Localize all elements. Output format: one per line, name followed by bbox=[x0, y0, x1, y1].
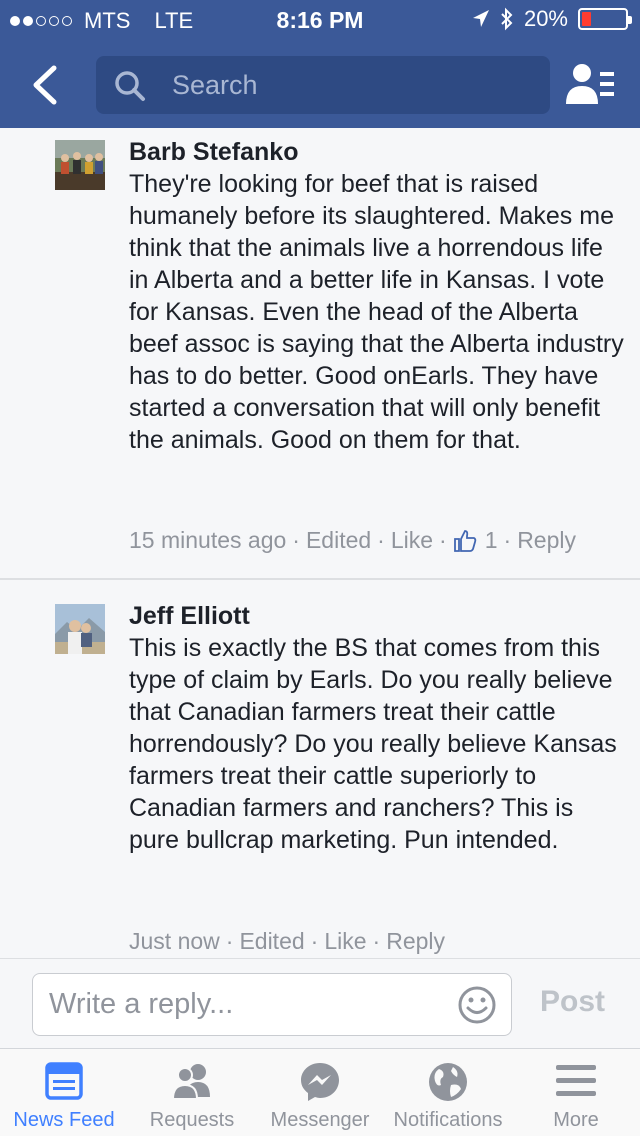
emoji-smiley-icon[interactable] bbox=[457, 985, 497, 1025]
search-icon bbox=[115, 71, 145, 101]
reply-input[interactable]: Write a reply... bbox=[32, 973, 512, 1036]
reply-placeholder: Write a reply... bbox=[49, 988, 234, 1020]
messenger-icon bbox=[301, 1063, 339, 1101]
comment-author[interactable]: Barb Stefanko bbox=[129, 138, 298, 167]
comment-timestamp: Just now bbox=[129, 928, 220, 954]
battery-icon bbox=[578, 8, 632, 30]
comment-item: Jeff Elliott This is exactly the BS that… bbox=[0, 580, 640, 958]
news-feed-icon bbox=[45, 1062, 83, 1100]
thumbs-up-icon bbox=[453, 529, 476, 552]
menu-icon bbox=[556, 1065, 596, 1096]
tab-label: Requests bbox=[149, 1109, 235, 1131]
back-arrow-icon[interactable] bbox=[26, 64, 66, 106]
like-count: 1 bbox=[484, 527, 498, 553]
search-placeholder: Search bbox=[172, 70, 258, 100]
tab-notifications[interactable]: Notifications bbox=[384, 1049, 512, 1136]
friends-list-icon[interactable] bbox=[566, 62, 616, 108]
bluetooth-icon bbox=[501, 7, 513, 31]
avatar-photo bbox=[55, 140, 105, 190]
like-button[interactable]: Like bbox=[391, 527, 433, 554]
comment-meta: Just now · Edited · Like · Reply bbox=[129, 928, 446, 955]
globe-icon bbox=[429, 1063, 467, 1101]
avatar[interactable] bbox=[55, 140, 105, 190]
tab-label: Messenger bbox=[270, 1109, 370, 1131]
tab-news-feed[interactable]: News Feed bbox=[0, 1049, 128, 1136]
reply-button[interactable]: Reply bbox=[386, 928, 445, 955]
tab-more[interactable]: More bbox=[512, 1049, 640, 1136]
tab-label: News Feed bbox=[13, 1109, 115, 1131]
top-bar: MTS LTE 8:16 PM 20% Search bbox=[0, 0, 640, 128]
status-bar: MTS LTE 8:16 PM 20% bbox=[0, 0, 640, 40]
comment-timestamp: 15 minutes ago bbox=[129, 527, 287, 553]
requests-icon bbox=[171, 1064, 210, 1100]
post-button[interactable]: Post bbox=[540, 985, 605, 1019]
comment-author[interactable]: Jeff Elliott bbox=[129, 602, 250, 631]
tab-bar: News Feed Requests Messenger Notificatio… bbox=[0, 1048, 640, 1136]
search-field[interactable]: Search bbox=[96, 56, 550, 114]
like-button[interactable]: Like bbox=[324, 928, 366, 955]
tab-requests[interactable]: Requests bbox=[128, 1049, 256, 1136]
reply-button[interactable]: Reply bbox=[517, 527, 576, 554]
tab-label: More bbox=[553, 1109, 599, 1131]
reply-composer: Write a reply... Post bbox=[0, 958, 640, 1048]
comment-text: This is exactly the BS that comes from t… bbox=[129, 634, 617, 854]
status-right: 20% bbox=[472, 6, 632, 32]
comment-meta: 15 minutes ago · Edited · Like · 1 · Rep… bbox=[129, 527, 576, 554]
avatar-photo bbox=[55, 604, 105, 654]
location-arrow-icon bbox=[472, 10, 489, 27]
comment-item: Barb Stefanko They're looking for beef t… bbox=[0, 128, 640, 578]
comment-text: They're looking for beef that is raised … bbox=[129, 170, 624, 454]
tab-messenger[interactable]: Messenger bbox=[256, 1049, 384, 1136]
nav-row: Search bbox=[0, 56, 640, 114]
avatar[interactable] bbox=[55, 604, 105, 654]
edited-label[interactable]: Edited bbox=[306, 527, 371, 554]
tab-label: Notifications bbox=[393, 1109, 503, 1131]
edited-label[interactable]: Edited bbox=[239, 928, 304, 955]
battery-percent: 20% bbox=[523, 6, 568, 31]
